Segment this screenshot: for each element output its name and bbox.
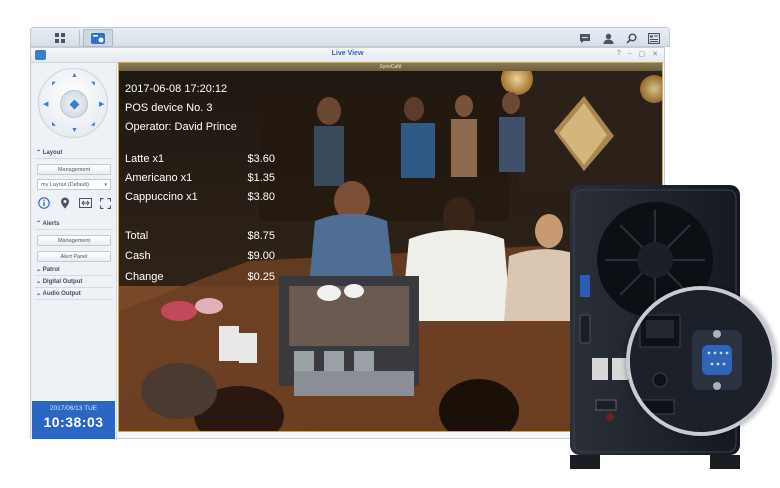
- divider: [35, 287, 113, 288]
- alerts-management-button[interactable]: Management: [37, 235, 111, 246]
- pos-item-row: Americano x1 $1.35: [125, 172, 275, 184]
- ptz-down-left-icon[interactable]: ◣: [52, 121, 56, 127]
- ptz-up-left-icon[interactable]: ◤: [52, 81, 56, 87]
- taskbar: [30, 27, 670, 47]
- window-title: Live View: [331, 50, 364, 57]
- ptz-left-icon[interactable]: ◀: [43, 100, 48, 108]
- chat-icon[interactable]: [578, 31, 592, 45]
- ptz-control[interactable]: ▲ ▼ ◀ ▶ ◤ ◥ ◣ ◢: [38, 68, 108, 138]
- pos-item-price: $3.80: [247, 191, 275, 203]
- ptz-down-icon[interactable]: ▼: [71, 127, 78, 134]
- fullscreen-icon[interactable]: [99, 196, 113, 210]
- search-icon[interactable]: [624, 31, 638, 45]
- system-clock: 2017/06/13 TUE 10:38:03: [32, 401, 115, 439]
- widgets-icon[interactable]: [647, 31, 661, 45]
- window-titlebar[interactable]: Live View ? – ▢ ✕: [31, 48, 664, 63]
- close-button[interactable]: ✕: [652, 50, 658, 58]
- info-icon[interactable]: [37, 196, 51, 210]
- pos-item-row: Latte x1 $3.60: [125, 153, 275, 165]
- patrol-section-header[interactable]: ⌄ Patrol: [36, 266, 60, 273]
- ptz-up-right-icon[interactable]: ◥: [91, 81, 95, 87]
- user-icon[interactable]: [601, 31, 615, 45]
- digital-output-label: Digital Output: [42, 279, 83, 285]
- pos-item-row: Cappuccino x1 $3.80: [125, 191, 275, 203]
- pos-operator: Operator: David Prince: [125, 121, 237, 133]
- alert-panel-button[interactable]: Alert Panel: [37, 251, 111, 262]
- digital-output-section-header[interactable]: ⌄ Digital Output: [36, 278, 82, 285]
- surveillance-app-icon[interactable]: [83, 29, 113, 47]
- pos-total-value: $8.75: [247, 230, 275, 242]
- pos-item-name: Americano x1: [125, 172, 193, 184]
- ptz-up-icon[interactable]: ▲: [71, 72, 78, 79]
- pos-cash-row: Cash $9.00: [125, 250, 275, 262]
- pos-cash-value: $9.00: [247, 250, 275, 262]
- clock-date: 2017/06/13 TUE: [49, 405, 98, 412]
- pos-item-name: Latte x1: [125, 153, 165, 165]
- minimize-button[interactable]: –: [628, 50, 632, 58]
- patrol-section-label: Patrol: [42, 267, 60, 273]
- pos-cash-label: Cash: [125, 250, 151, 262]
- layout-select[interactable]: my Layout (Default) ▾: [37, 179, 111, 190]
- db9-serial-port-icon: [630, 290, 772, 432]
- pos-item-name: Cappuccino x1: [125, 191, 198, 203]
- pos-transaction-overlay: 2017-06-08 17:20:12 POS device No. 3 Ope…: [125, 78, 275, 318]
- camera-title: SynoCafé: [119, 63, 662, 71]
- pos-change-label: Change: [125, 271, 164, 283]
- pos-item-price: $1.35: [247, 172, 275, 184]
- pos-change-value: $0.25: [247, 271, 275, 283]
- clock-time: 10:38:03: [43, 414, 104, 430]
- divider: [35, 229, 113, 230]
- divider: [35, 158, 113, 159]
- maximize-button[interactable]: ▢: [639, 50, 646, 58]
- ptz-center-button[interactable]: [60, 90, 88, 118]
- alerts-section-header[interactable]: ⌃ Alerts: [36, 220, 60, 227]
- layout-section-header[interactable]: ⌃ Layout: [36, 149, 62, 156]
- pos-total-row: Total $8.75: [125, 230, 275, 242]
- divider: [35, 299, 113, 300]
- pos-total-label: Total: [125, 230, 149, 242]
- serial-port-zoom: [626, 286, 776, 436]
- pos-item-price: $3.60: [247, 153, 275, 165]
- layout-section-label: Layout: [42, 150, 63, 156]
- pos-device: POS device No. 3: [125, 102, 213, 114]
- audio-output-section-header[interactable]: ⌄ Audio Output: [36, 290, 81, 297]
- taskbar-separator: [79, 30, 80, 46]
- pos-datetime: 2017-06-08 17:20:12: [125, 83, 228, 95]
- apps-grid-icon[interactable]: [49, 30, 71, 46]
- chevron-down-icon: ▾: [104, 182, 107, 188]
- audio-output-label: Audio Output: [42, 291, 81, 297]
- layout-management-button[interactable]: Management: [37, 164, 111, 175]
- alerts-section-label: Alerts: [42, 221, 60, 227]
- map-pin-icon[interactable]: [58, 196, 72, 210]
- divider: [35, 275, 113, 276]
- sidebar: ▲ ▼ ◀ ▶ ◤ ◥ ◣ ◢ ⌃ Layout Management my L…: [31, 63, 117, 440]
- layout-select-value: my Layout (Default): [41, 182, 89, 188]
- pos-change-row: Change $0.25: [125, 271, 275, 283]
- screenshot-stage: Live View ? – ▢ ✕ ▲ ▼ ◀ ▶ ◤ ◥ ◣ ◢ ⌃ Layo…: [0, 0, 780, 488]
- ptz-right-icon[interactable]: ▶: [99, 100, 104, 108]
- ptz-down-right-icon[interactable]: ◢: [91, 121, 95, 127]
- swap-view-icon[interactable]: [78, 196, 92, 210]
- ptz-home-icon: [69, 99, 80, 110]
- help-button[interactable]: ?: [617, 50, 621, 58]
